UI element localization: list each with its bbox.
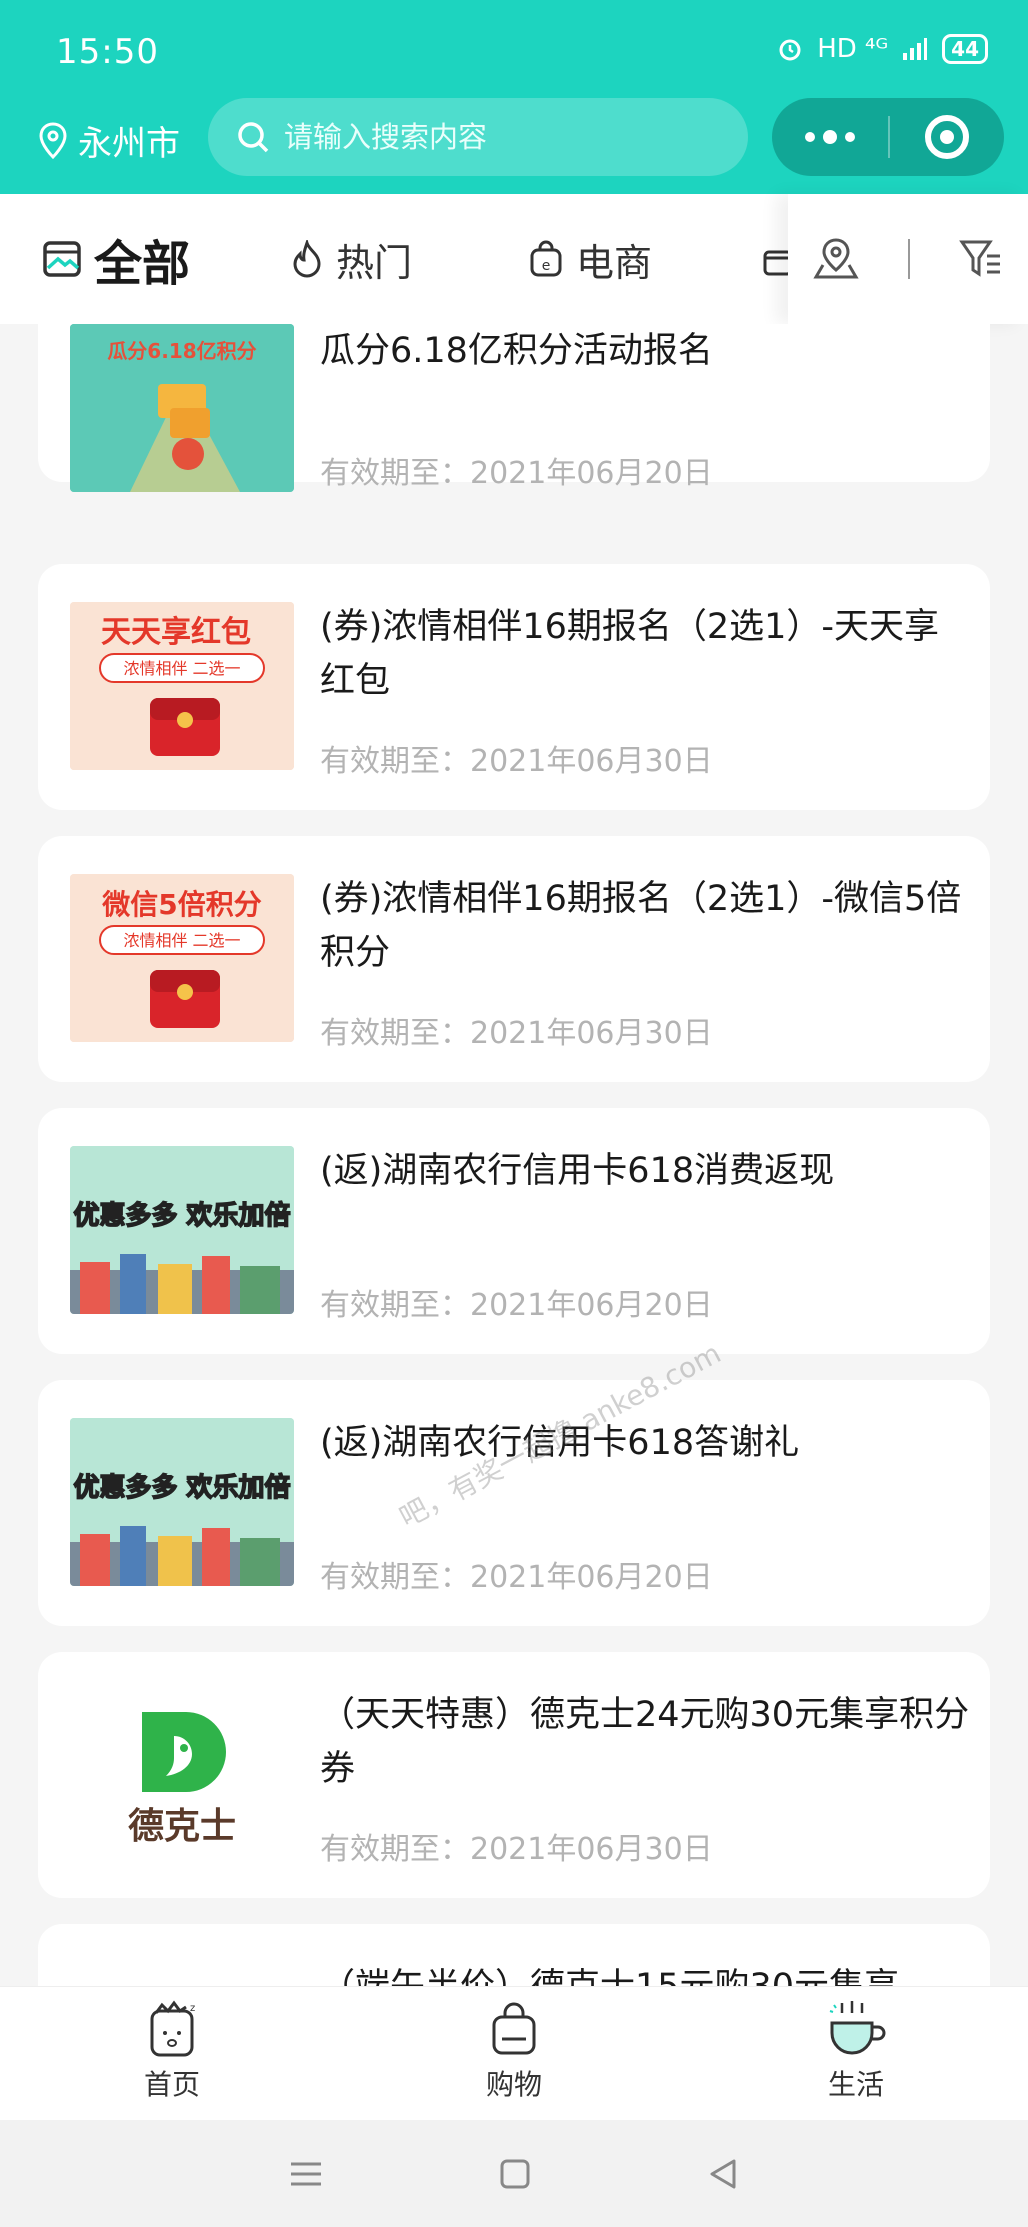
list-item[interactable]: 天天享红包 浓情相伴 二选一 (券)浓情相伴16期报名（2选1）-天天享红包 有… (38, 564, 990, 810)
bottom-navigation: z 首页 购物 生活 (0, 1986, 1028, 2120)
card-title: (券)浓情相伴16期报名（2选1）-天天享红包 (320, 607, 940, 701)
card-title: 瓜分6.18亿积分活动报名 (320, 331, 713, 371)
nav-life[interactable]: 生活 (756, 1999, 956, 2103)
status-icons: HD ⁴ᴳ 44 (777, 34, 988, 64)
city-selector[interactable]: 永州市 (38, 116, 180, 165)
card-title: (券)浓情相伴16期报名（2选1）-微信5倍积分 (320, 879, 962, 973)
more-button[interactable] (772, 98, 888, 176)
thumb-text: 优惠多多 欢乐加倍 (73, 1200, 290, 1231)
signal-icon (903, 38, 928, 60)
tab-label: 电商 (576, 240, 653, 285)
back-triangle-icon[interactable] (706, 2157, 740, 2191)
battery-indicator: 44 (942, 34, 988, 64)
landscape-icon (43, 241, 81, 277)
system-navigation-bar (0, 2120, 1028, 2227)
nav-shopping[interactable]: 购物 (414, 1999, 614, 2103)
svg-text:z: z (190, 2003, 195, 2014)
dicos-logo: 德克士 (70, 1690, 294, 1858)
more-dot-icon (845, 132, 855, 142)
search-icon (238, 122, 269, 153)
close-miniprogram-button[interactable] (890, 98, 1004, 176)
list-item[interactable]: （端午半价）德克士15元购30元集享 (38, 1924, 990, 1986)
promotion-thumbnail: 天天享红包 浓情相伴 二选一 (70, 602, 294, 770)
tab-tools (788, 194, 1028, 324)
status-bar: 15:50 HD ⁴ᴳ 44 (0, 0, 1028, 100)
menu-icon[interactable] (288, 2159, 324, 2189)
thumb-subtext: 浓情相伴 二选一 (123, 931, 240, 950)
dicos-logo (70, 1962, 294, 1986)
thumb-text: 微信5倍积分 (101, 888, 261, 921)
promotion-thumbnail: 优惠多多 欢乐加倍 (70, 1418, 294, 1586)
card-date: 有效期至：2021年06月30日 (320, 1016, 713, 1051)
card-date: 有效期至：2021年06月30日 (320, 1832, 713, 1867)
nav-home[interactable]: z 首页 (72, 1999, 272, 2103)
promotion-list: 瓜分6.18亿积分 瓜分6.18亿积分活动报名 有效期至：2021年06月20日… (0, 324, 1028, 1986)
home-face-icon: z (150, 2000, 195, 2057)
tab-label: 热门 (336, 240, 413, 285)
card-date: 有效期至：2021年06月30日 (320, 744, 713, 779)
location-pin-icon (39, 121, 67, 159)
card-title: （天天特惠）德克士24元购30元集享积分券 (320, 1695, 970, 1789)
card-date: 有效期至：2021年06月20日 (320, 1288, 713, 1323)
miniprogram-capsule (772, 98, 1004, 176)
thumb-text: 瓜分6.18亿积分 (107, 339, 256, 363)
shopping-bag-icon: e (530, 240, 562, 277)
tab-label: 全部 (94, 236, 191, 292)
thumb-subtext: 浓情相伴 二选一 (123, 659, 240, 678)
map-location-icon[interactable] (813, 237, 859, 281)
thumb-text: 德克士 (128, 1806, 236, 1847)
list-item[interactable]: 德克士 （天天特惠）德克士24元购30元集享积分券 有效期至：2021年06月3… (38, 1652, 990, 1898)
status-time: 15:50 (56, 32, 159, 72)
card-title: （端午半价）德克士15元购30元集享 (320, 1960, 970, 1986)
target-circle-icon (925, 115, 969, 159)
card-title: (返)湖南农行信用卡618答谢礼 (320, 1423, 800, 1463)
category-tabbar: 全部 热门 e 电商 (0, 194, 1028, 324)
card-title: (返)湖南农行信用卡618消费返现 (320, 1151, 835, 1191)
list-item[interactable]: 瓜分6.18亿积分 瓜分6.18亿积分活动报名 有效期至：2021年06月20日 (38, 324, 990, 492)
list-item[interactable]: 优惠多多 欢乐加倍 (返)湖南农行信用卡618答谢礼 有效期至：2021年06月… (38, 1380, 990, 1626)
card-date: 有效期至：2021年06月20日 (320, 1560, 713, 1595)
list-item[interactable]: 微信5倍积分 浓情相伴 二选一 (券)浓情相伴16期报名（2选1）-微信5倍积分… (38, 836, 990, 1082)
thumb-text: 天天享红包 (101, 615, 251, 650)
more-dot-icon (823, 130, 837, 144)
fire-icon (293, 240, 321, 278)
promotion-thumbnail: 瓜分6.18亿积分 (70, 324, 294, 492)
list-item[interactable]: 优惠多多 欢乐加倍 (返)湖南农行信用卡618消费返现 有效期至：2021年06… (38, 1108, 990, 1354)
nav-label: 生活 (827, 2068, 884, 2101)
tab-all[interactable]: 全部 (42, 194, 190, 324)
svg-text:e: e (542, 258, 551, 274)
search-box[interactable] (208, 98, 748, 176)
city-name: 永州市 (78, 124, 180, 164)
tab-hot[interactable]: 热门 (290, 194, 412, 324)
promotion-thumbnail: 微信5倍积分 浓情相伴 二选一 (70, 874, 294, 1042)
tab-ecommerce[interactable]: e 电商 (528, 194, 652, 324)
promotion-thumbnail: 优惠多多 欢乐加倍 (70, 1146, 294, 1314)
network-indicator: HD ⁴ᴳ (817, 34, 889, 64)
alarm-icon (779, 39, 801, 61)
thumb-text: 优惠多多 欢乐加倍 (73, 1472, 290, 1503)
nav-label: 首页 (143, 2068, 200, 2101)
card-date: 有效期至：2021年06月20日 (320, 456, 713, 491)
home-square-icon[interactable] (499, 2158, 531, 2190)
shopping-bag-icon (492, 2002, 536, 2055)
nav-label: 购物 (485, 2068, 542, 2101)
tools-divider (907, 239, 910, 279)
search-input[interactable] (284, 120, 704, 154)
coffee-cup-icon (829, 2001, 886, 2055)
more-dot-icon (805, 132, 815, 142)
top-header: 15:50 HD ⁴ᴳ 44 永州市 (0, 0, 1028, 194)
filter-icon[interactable] (959, 238, 1003, 280)
